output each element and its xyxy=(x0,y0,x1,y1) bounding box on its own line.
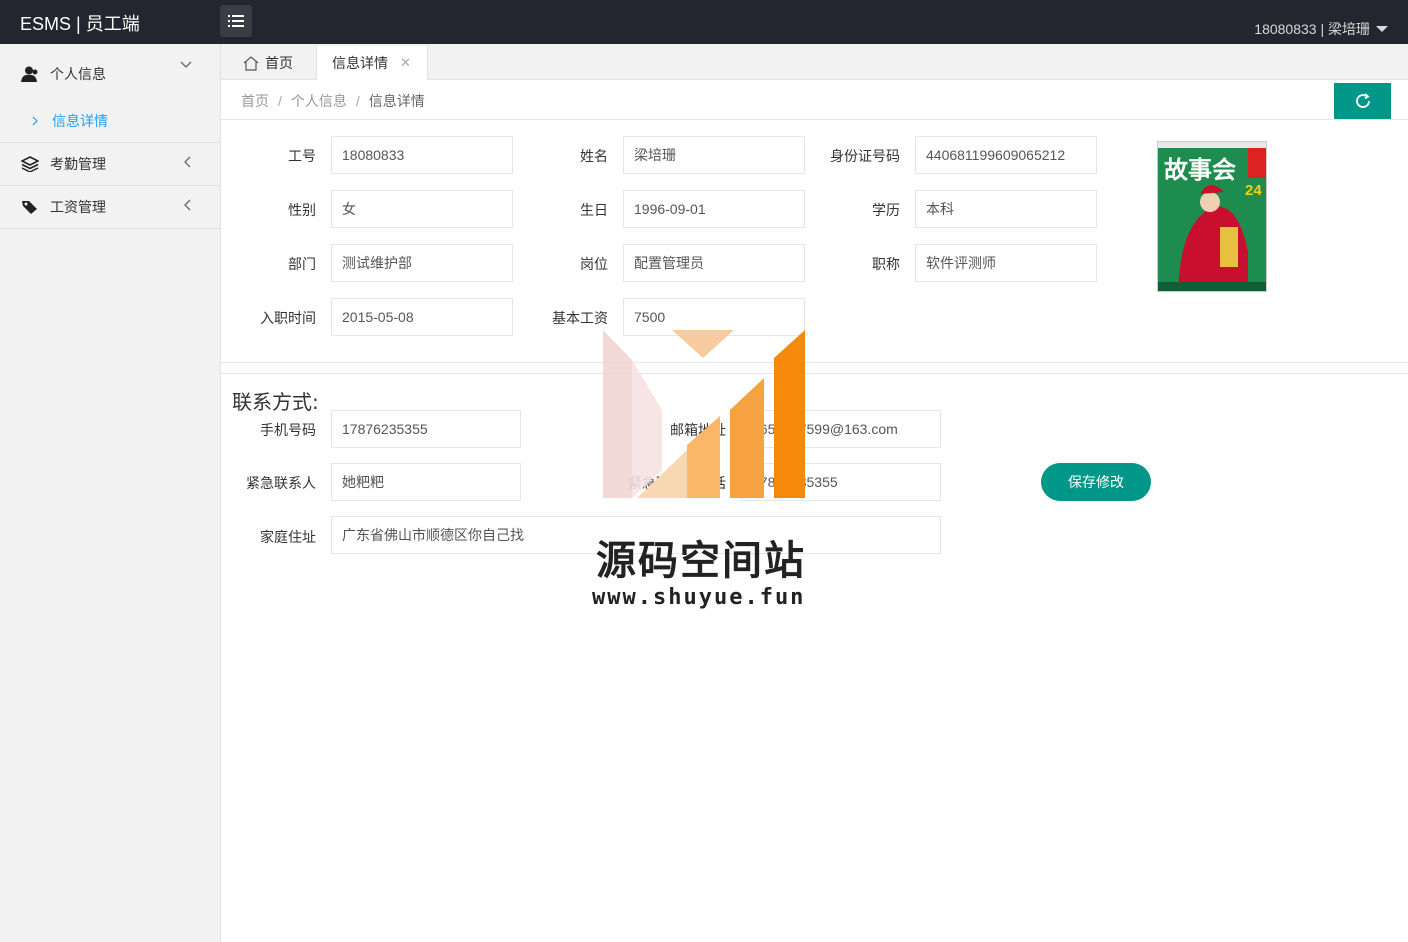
tag-icon xyxy=(20,197,40,217)
id-card-input[interactable] xyxy=(915,136,1097,174)
employee-photo: 故事会 24 xyxy=(1157,141,1267,292)
sidebar-subitem-label: 信息详情 xyxy=(52,113,108,129)
refresh-button[interactable] xyxy=(1334,83,1391,119)
employee-id-input[interactable] xyxy=(331,136,513,174)
base-salary-label: 基本工资 xyxy=(552,310,608,326)
menu-icon xyxy=(228,15,244,27)
chevron-left-icon xyxy=(184,198,192,214)
breadcrumb-item[interactable]: 个人信息 xyxy=(291,93,347,109)
save-button[interactable]: 保存修改 xyxy=(1041,463,1151,501)
base-salary-input[interactable] xyxy=(623,298,805,336)
user-label: 18080833 | 梁培珊 xyxy=(1254,21,1370,37)
emergency-phone-label: 紧急联系人电话 xyxy=(628,475,726,491)
sidebar-item-attendance[interactable]: 考勤管理 xyxy=(0,143,220,185)
gender-input[interactable] xyxy=(331,190,513,228)
top-header: ESMS | 员工端 18080833 | 梁培珊 xyxy=(0,0,1408,44)
sidebar: 个人信息 信息详情 考勤管理 工资管理 xyxy=(0,44,221,942)
gender-label: 性别 xyxy=(288,202,316,218)
layers-icon xyxy=(20,154,40,174)
title-label: 职称 xyxy=(872,256,900,272)
tab-bar: 首页 信息详情 ✕ xyxy=(221,44,1408,80)
breadcrumb-row: 首页 / 个人信息 / 信息详情 xyxy=(221,80,1408,120)
hire-date-input[interactable] xyxy=(331,298,513,336)
user-menu[interactable]: 18080833 | 梁培珊 xyxy=(1254,19,1388,39)
tab-info-detail[interactable]: 信息详情 ✕ xyxy=(316,46,428,80)
watermark-url: www.shuyue.fun xyxy=(592,585,806,610)
magazine-issue: 24 xyxy=(1245,182,1262,199)
sidebar-item-label: 考勤管理 xyxy=(50,156,106,172)
user-icon xyxy=(20,64,40,84)
breadcrumb: 首页 / 个人信息 / 信息详情 xyxy=(241,93,425,109)
sidebar-item-salary[interactable]: 工资管理 xyxy=(0,186,220,228)
menu-toggle-button[interactable] xyxy=(220,5,252,37)
chevron-left-icon xyxy=(184,155,192,171)
home-icon xyxy=(243,55,259,71)
email-input[interactable] xyxy=(741,410,941,448)
app-brand: ESMS | 员工端 xyxy=(20,14,140,34)
contact-section-title: 联系方式: xyxy=(232,390,319,414)
section-divider xyxy=(221,362,1408,363)
nav-group-salary: 工资管理 xyxy=(0,186,220,229)
emergency-phone-input[interactable] xyxy=(741,463,941,501)
education-input[interactable] xyxy=(915,190,1097,228)
sidebar-item-label: 工资管理 xyxy=(50,199,106,215)
chevron-right-icon xyxy=(32,113,38,129)
breadcrumb-item[interactable]: 首页 xyxy=(241,93,269,109)
hire-date-label: 入职时间 xyxy=(260,310,316,326)
close-icon[interactable]: ✕ xyxy=(400,55,411,71)
phone-label: 手机号码 xyxy=(260,422,316,438)
position-label: 岗位 xyxy=(580,256,608,272)
refresh-icon xyxy=(1355,93,1370,108)
tab-home[interactable]: 首页 xyxy=(243,46,293,80)
id-card-label: 身份证号码 xyxy=(830,148,900,164)
email-label: 邮箱地址 xyxy=(670,422,726,438)
address-label: 家庭住址 xyxy=(260,529,316,545)
nav-group-attendance: 考勤管理 xyxy=(0,143,220,186)
tab-label: 信息详情 xyxy=(332,55,388,71)
title-input[interactable] xyxy=(915,244,1097,282)
phone-input[interactable] xyxy=(331,410,521,448)
sidebar-item-personal-info[interactable]: 个人信息 xyxy=(0,44,220,104)
emergency-contact-input[interactable] xyxy=(331,463,521,501)
sidebar-item-label: 个人信息 xyxy=(50,66,106,82)
education-label: 学历 xyxy=(872,202,900,218)
nav-group-personal: 个人信息 信息详情 xyxy=(0,44,220,143)
tab-label: 首页 xyxy=(265,55,293,71)
chevron-down-icon xyxy=(180,56,192,72)
watermark-title: 源码空间站 xyxy=(596,538,806,584)
emergency-contact-label: 紧急联系人 xyxy=(246,475,316,491)
name-input[interactable] xyxy=(623,136,805,174)
birthday-input[interactable] xyxy=(623,190,805,228)
employee-id-label: 工号 xyxy=(288,148,316,164)
magazine-title: 故事会 xyxy=(1164,155,1236,184)
department-label: 部门 xyxy=(288,256,316,272)
position-input[interactable] xyxy=(623,244,805,282)
department-input[interactable] xyxy=(331,244,513,282)
sidebar-subitem-info-detail[interactable]: 信息详情 xyxy=(0,104,220,138)
caret-down-icon xyxy=(1376,26,1388,32)
breadcrumb-current: 信息详情 xyxy=(368,93,425,109)
birthday-label: 生日 xyxy=(580,202,608,218)
section-divider xyxy=(221,373,1408,374)
name-label: 姓名 xyxy=(580,148,608,164)
